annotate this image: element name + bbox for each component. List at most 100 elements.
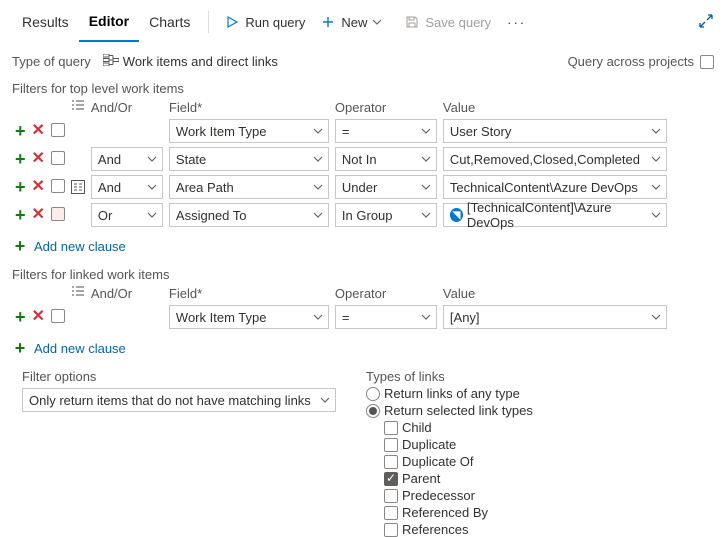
link-type-label: Child — [402, 420, 432, 435]
insert-clause-button[interactable]: + — [15, 149, 26, 169]
clause-row: + ✕ Work Item Type = [Any] — [12, 303, 670, 331]
query-type-value: Work items and direct links — [123, 54, 278, 69]
save-label: Save query — [425, 15, 491, 30]
clause-select[interactable]: = — [335, 119, 437, 143]
expand-button[interactable] — [698, 13, 714, 32]
value-text: Cut,Removed,Closed,Completed — [450, 152, 640, 167]
list-icon — [71, 286, 85, 301]
link-type-checkbox[interactable] — [384, 506, 398, 520]
hdr-operator: Operator — [332, 284, 440, 303]
clause-select[interactable]: [Any] — [443, 305, 667, 329]
field-value: Work Item Type — [176, 124, 267, 139]
new-button[interactable]: New — [313, 2, 397, 42]
add-clause-label: Add new clause — [34, 239, 126, 254]
link-type-checkbox[interactable] — [384, 438, 398, 452]
operator-value: Not In — [342, 152, 377, 167]
link-type-label: Duplicate — [402, 437, 456, 452]
link-type-label: Parent — [402, 471, 440, 486]
link-type-checkbox[interactable] — [384, 455, 398, 469]
insert-clause-button[interactable]: + — [15, 121, 26, 141]
clause-select[interactable]: User Story — [443, 119, 667, 143]
insert-clause-button[interactable]: + — [15, 205, 26, 225]
clause-select[interactable]: And — [91, 175, 163, 199]
play-icon — [225, 15, 239, 29]
top-filters-table: And/Or Field* Operator Value +✕Work Item… — [12, 98, 670, 229]
tabs: Results Editor Charts — [12, 2, 200, 42]
radio-any-type[interactable] — [366, 387, 380, 401]
clause-checkbox[interactable] — [51, 207, 65, 221]
top-filters-title: Filters for top level work items — [12, 81, 714, 96]
tab-editor[interactable]: Editor — [79, 2, 139, 42]
clause-select[interactable]: Not In — [335, 147, 437, 171]
clause-checkbox[interactable] — [51, 151, 65, 165]
clause-select[interactable]: ◥[TechnicalContent]\Azure DevOps — [443, 203, 667, 227]
clause-select[interactable]: Or — [91, 203, 163, 227]
clause-select[interactable]: And — [91, 147, 163, 171]
hdr-operator: Operator — [332, 98, 440, 117]
hdr-andor: And/Or — [88, 98, 166, 117]
clause-row: + ✕ Work Item Type = User Story — [12, 117, 670, 145]
field-value: Area Path — [176, 180, 234, 195]
clause-checkbox[interactable] — [51, 179, 65, 193]
query-across-checkbox[interactable] — [700, 55, 714, 69]
toolbar: Results Editor Charts Run query New Save… — [12, 2, 714, 42]
link-type-option: Duplicate Of — [384, 454, 533, 469]
clause-row: + ✕ And Area Path UnderTechnicalContent\Azur… — [12, 173, 670, 201]
operator-value: In Group — [342, 208, 393, 223]
value-text: [Any] — [450, 310, 480, 325]
clause-select[interactable]: Area Path — [169, 175, 329, 199]
run-query-button[interactable]: Run query — [217, 2, 313, 42]
clause-select[interactable]: Work Item Type — [169, 305, 329, 329]
field-value: Assigned To — [176, 208, 247, 223]
more-button[interactable]: ··· — [499, 2, 534, 42]
clause-checkbox[interactable] — [51, 309, 65, 323]
clause-select[interactable]: = — [335, 305, 437, 329]
operator-value: = — [342, 124, 350, 139]
remove-clause-button[interactable]: ✕ — [32, 150, 45, 167]
tab-charts[interactable]: Charts — [139, 2, 200, 42]
radio-selected-label: Return selected link types — [384, 403, 533, 418]
value-text: [TechnicalContent]\Azure DevOps — [467, 200, 648, 230]
link-type-option: Referenced By — [384, 505, 533, 520]
save-icon — [405, 15, 419, 29]
hdr-value: Value — [440, 284, 670, 303]
clause-select[interactable]: Work Item Type — [169, 119, 329, 143]
group-icon[interactable] — [71, 180, 85, 194]
remove-clause-button[interactable]: ✕ — [32, 122, 45, 139]
run-label: Run query — [245, 15, 305, 30]
clause-select[interactable]: In Group — [335, 203, 437, 227]
insert-clause-button[interactable]: + — [15, 177, 26, 197]
clause-select[interactable]: Under — [335, 175, 437, 199]
clause-select[interactable]: Cut,Removed,Closed,Completed — [443, 147, 667, 171]
add-linked-clause[interactable]: + Add new clause — [12, 339, 714, 357]
operator-value: = — [342, 310, 350, 325]
link-type-checkbox[interactable] — [384, 421, 398, 435]
link-type-checkbox[interactable] — [384, 523, 398, 537]
clause-select[interactable]: TechnicalContent\Azure DevOps — [443, 175, 667, 199]
tab-results[interactable]: Results — [12, 2, 79, 42]
save-query-button[interactable]: Save query — [397, 2, 499, 42]
new-label: New — [341, 15, 367, 30]
hdr-andor: And/Or — [88, 284, 166, 303]
linked-filters-title: Filters for linked work items — [12, 267, 714, 282]
list-icon — [71, 100, 85, 115]
insert-clause-button[interactable]: + — [15, 307, 26, 327]
query-type-selector[interactable]: Work items and direct links — [103, 54, 278, 69]
link-type-checkbox[interactable] — [384, 489, 398, 503]
link-type-checkbox[interactable] — [384, 472, 398, 486]
type-of-query-label: Type of query — [12, 54, 91, 69]
hdr-field: Field* — [166, 284, 332, 303]
link-type-option: Predecessor — [384, 488, 533, 503]
andor-value: Or — [98, 208, 112, 223]
remove-clause-button[interactable]: ✕ — [32, 206, 45, 223]
clause-select[interactable]: Assigned To — [169, 203, 329, 227]
clause-checkbox[interactable] — [51, 123, 65, 137]
clause-select[interactable]: State — [169, 147, 329, 171]
link-type-label: References — [402, 522, 468, 537]
filter-options-select[interactable]: Only return items that do not have match… — [22, 388, 336, 412]
remove-clause-button[interactable]: ✕ — [32, 308, 45, 325]
remove-clause-button[interactable]: ✕ — [32, 178, 45, 195]
add-top-clause[interactable]: + Add new clause — [12, 237, 714, 255]
link-type-option: References — [384, 522, 533, 537]
radio-selected-types[interactable] — [366, 404, 380, 418]
